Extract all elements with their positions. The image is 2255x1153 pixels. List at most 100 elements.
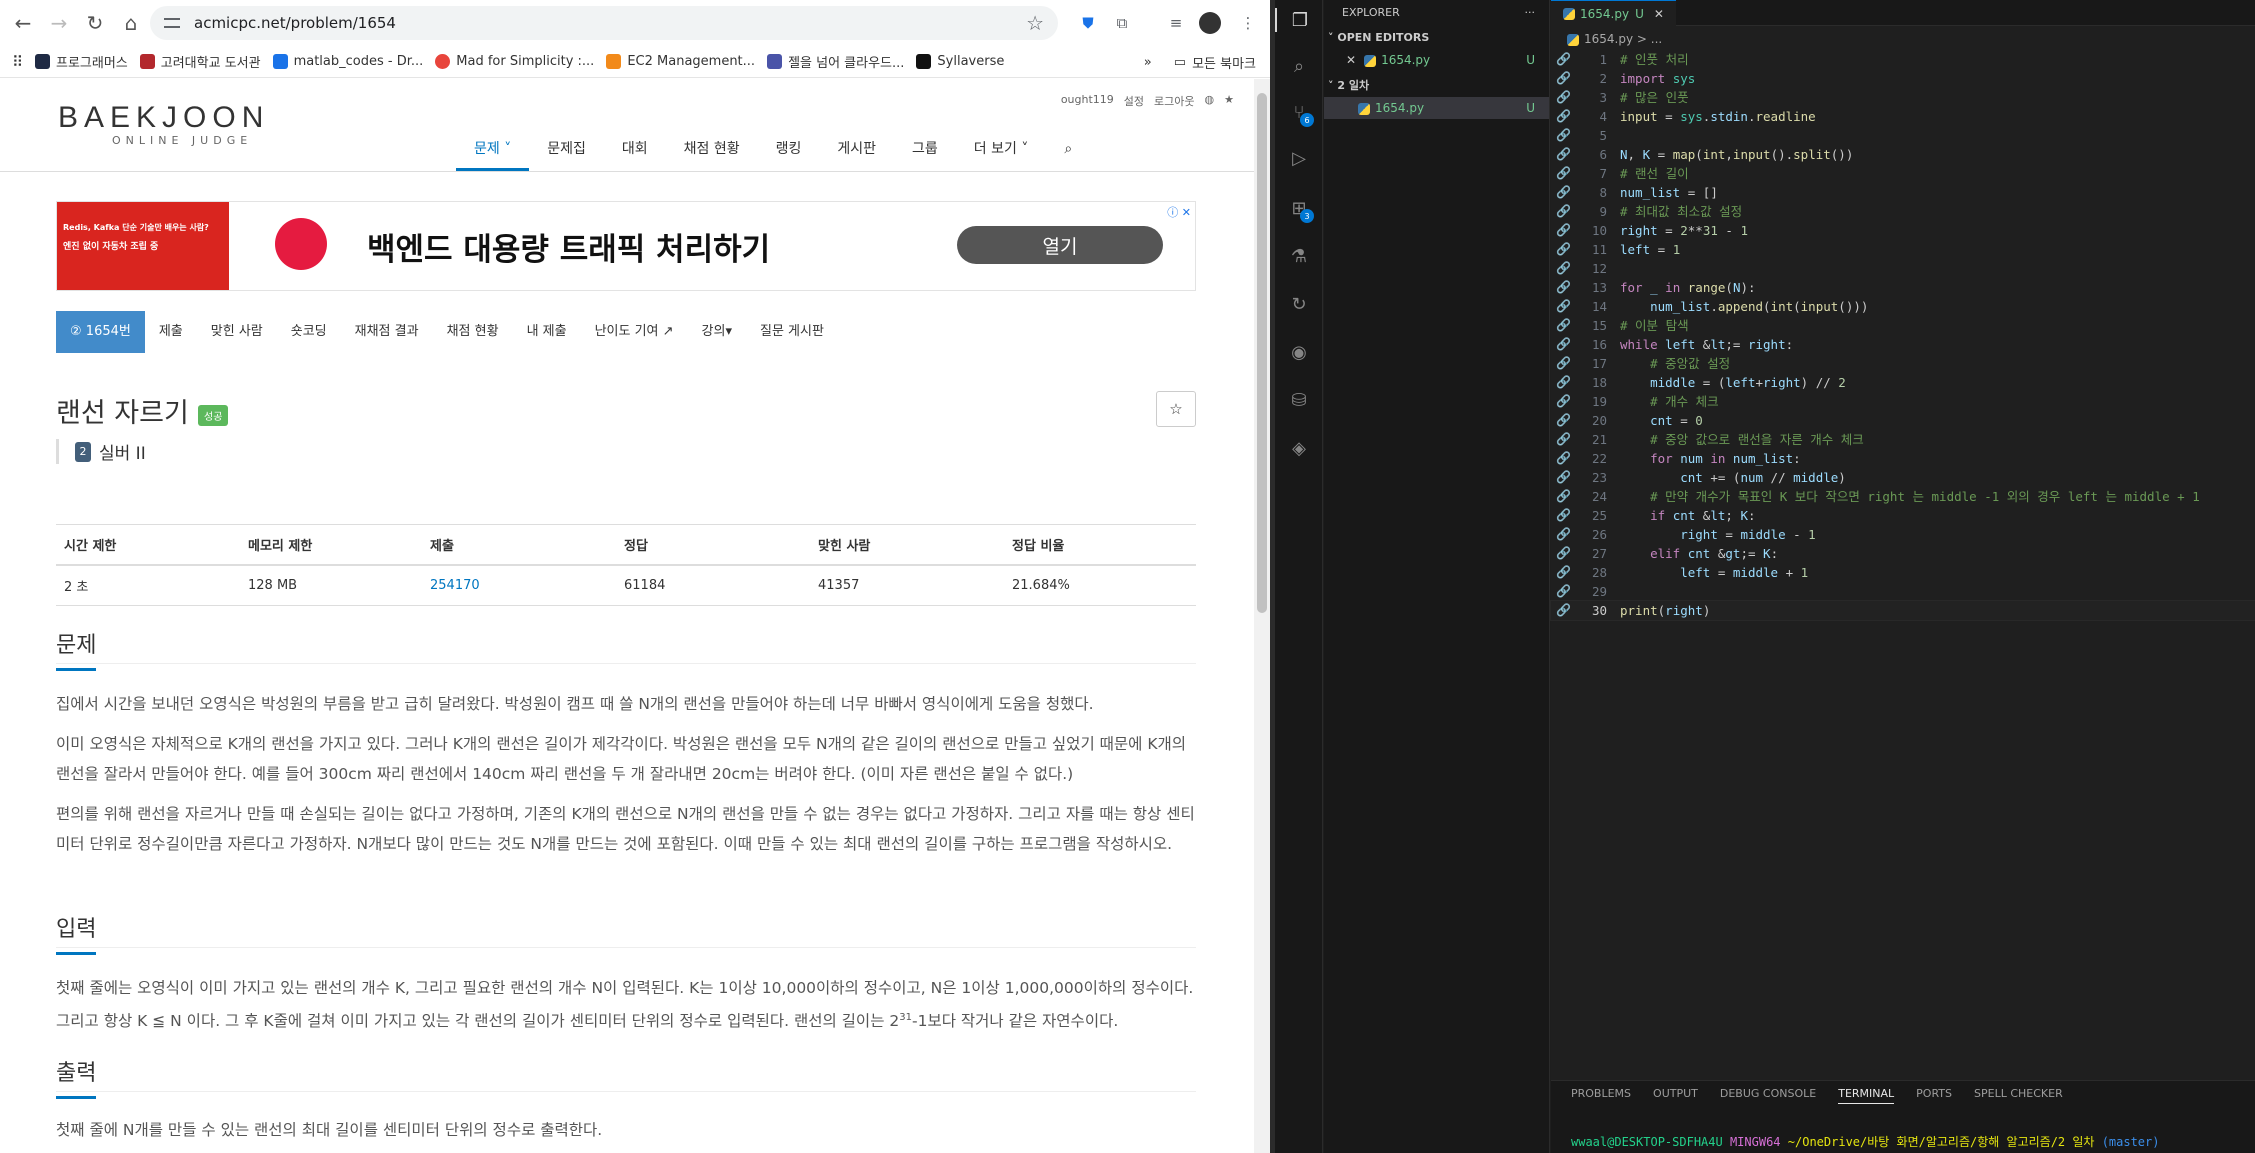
forward-icon[interactable]: → <box>46 10 72 36</box>
code-line[interactable]: 🔗 19 # 개수 체크 <box>1551 392 2255 411</box>
code-line[interactable]: 🔗 24 # 만약 개수가 목표인 K 보다 작으면 right 는 middle… <box>1551 487 2255 506</box>
page-scrollbar[interactable] <box>1254 79 1270 1153</box>
extensions-icon[interactable]: ⊞ 3 <box>1287 196 1314 223</box>
code-line[interactable]: 🔗 16 while left &lt;= right: <box>1551 335 2255 354</box>
code-line[interactable]: 🔗 18 middle = (left+right) // 2 <box>1551 373 2255 392</box>
code-line[interactable]: 🔗 14 num_list.append(int(input())) <box>1551 297 2255 316</box>
tab-short-coding[interactable]: 숏코딩 <box>277 311 341 353</box>
favorite-star-icon[interactable]: ★ <box>1224 93 1234 109</box>
code-line[interactable]: 🔗 9 # 최대값 최소값 설정 <box>1551 202 2255 221</box>
nav-problems[interactable]: 문제 ˅ <box>456 127 530 171</box>
link-icon[interactable]: 🔗 <box>1556 259 1571 278</box>
code-lines[interactable]: 🔗 1 # 인풋 처리 🔗 2 import sys 🔗 3 # 많은 인풋 🔗 4 input = … <box>1550 50 2255 621</box>
nav-more[interactable]: 더 보기 ˅ <box>956 127 1047 171</box>
explorer-icon[interactable]: ❐ <box>1275 8 1323 32</box>
code-line[interactable]: 🔗 17 # 중앙값 설정 <box>1551 354 2255 373</box>
testing-icon[interactable]: ⚗ <box>1287 244 1311 268</box>
source-control-icon[interactable]: ⑂ 6 <box>1287 100 1314 127</box>
site-info-icon[interactable] <box>164 18 180 28</box>
terminal-prompt[interactable]: wwaal@DESKTOP-SDFHA4U MINGW64 ~/OneDrive… <box>1571 1133 2159 1150</box>
advertisement-banner[interactable]: Redis, Kafka 단순 기술만 배우는 사람? 엔진 없이 자동차 조립… <box>56 201 1196 291</box>
bookmark-item[interactable]: Syllaverse <box>916 54 1004 69</box>
extensions-icon[interactable]: ⧉ <box>1110 11 1134 35</box>
tab-terminal[interactable]: TERMINAL <box>1838 1087 1895 1104</box>
link-icon[interactable]: 🔗 <box>1556 126 1571 145</box>
nav-contest[interactable]: 대회 <box>604 127 666 171</box>
link-icon[interactable]: 🔗 <box>1556 430 1571 449</box>
code-line[interactable]: 🔗 5 <box>1551 126 2255 145</box>
line-text[interactable]: # 많은 인풋 <box>1620 88 1689 107</box>
all-bookmarks[interactable]: 모든 북마크 <box>1192 53 1256 72</box>
line-text[interactable]: for _ in range(N): <box>1620 278 1756 297</box>
nav-workbook[interactable]: 문제집 <box>529 127 604 171</box>
line-text[interactable]: for num in num_list: <box>1620 449 1801 468</box>
line-text[interactable]: import sys <box>1620 69 1695 88</box>
tab-1654-py[interactable]: 1654.py U ✕ <box>1551 0 1676 26</box>
link-icon[interactable]: 🔗 <box>1556 88 1571 107</box>
line-text[interactable]: cnt = 0 <box>1620 411 1703 430</box>
line-text[interactable]: # 인풋 처리 <box>1620 50 1689 69</box>
code-line[interactable]: 🔗 15 # 이분 탐색 <box>1551 316 2255 335</box>
code-line[interactable]: 🔗 21 # 중앙 값으로 랜선을 자른 개수 체크 <box>1551 430 2255 449</box>
nav-status[interactable]: 채점 현황 <box>666 127 758 171</box>
link-icon[interactable]: 🔗 <box>1556 601 1571 620</box>
line-text[interactable]: input = sys.stdin.readline <box>1620 107 1816 126</box>
more-actions-icon[interactable]: ··· <box>1525 0 1536 26</box>
tab-lecture[interactable]: 강의▾ <box>688 311 746 353</box>
tab-rejudge[interactable]: 재채점 결과 <box>341 311 433 353</box>
tab-problems[interactable]: PROBLEMS <box>1571 1087 1631 1104</box>
line-text[interactable]: left = 1 <box>1620 240 1680 259</box>
code-line[interactable]: 🔗 3 # 많은 인풋 <box>1551 88 2255 107</box>
line-text[interactable]: middle = (left+right) // 2 <box>1620 373 1846 392</box>
tab-qna[interactable]: 질문 게시판 <box>746 311 838 353</box>
link-icon[interactable]: 🔗 <box>1556 107 1571 126</box>
link-icon[interactable]: 🔗 <box>1556 69 1571 88</box>
code-line[interactable]: 🔗 12 <box>1551 259 2255 278</box>
search-icon[interactable]: ⌕ <box>1046 127 1090 171</box>
nav-ranking[interactable]: 랭킹 <box>758 127 820 171</box>
github-icon[interactable]: ◉ <box>1287 340 1311 364</box>
tab-difficulty[interactable]: 난이도 기여 ↗ <box>581 311 688 353</box>
open-editors-section[interactable]: ˅ OPEN EDITORS <box>1324 27 1549 49</box>
code-line[interactable]: 🔗 26 right = middle - 1 <box>1551 525 2255 544</box>
scrollbar-thumb[interactable] <box>1257 93 1267 613</box>
line-text[interactable]: right = 2**31 - 1 <box>1620 221 1748 240</box>
breadcrumb[interactable]: 1654.py > ... <box>1567 32 1662 46</box>
tab-output[interactable]: OUTPUT <box>1653 1087 1698 1104</box>
link-icon[interactable]: 🔗 <box>1556 183 1571 202</box>
line-text[interactable]: elif cnt &gt;= K: <box>1620 544 1778 563</box>
code-line[interactable]: 🔗 29 <box>1551 582 2255 601</box>
layers-icon[interactable]: ◈ <box>1287 436 1311 460</box>
site-logo[interactable]: BAEKJOON <box>58 101 269 135</box>
logout-link[interactable]: 로그아웃 <box>1154 93 1194 109</box>
link-icon[interactable]: 🔗 <box>1556 335 1571 354</box>
code-line[interactable]: 🔗 22 for num in num_list: <box>1551 449 2255 468</box>
link-icon[interactable]: 🔗 <box>1556 449 1571 468</box>
link-icon[interactable]: 🔗 <box>1556 221 1571 240</box>
code-line[interactable]: 🔗 11 left = 1 <box>1551 240 2255 259</box>
link-icon[interactable]: 🔗 <box>1556 240 1571 259</box>
link-icon[interactable]: 🔗 <box>1556 582 1571 601</box>
ad-close-icon[interactable]: ⓘ ✕ <box>1167 204 1191 220</box>
tab-solved-users[interactable]: 맞힌 사람 <box>197 311 277 353</box>
favorite-button[interactable]: ☆ <box>1156 391 1196 427</box>
bookmark-item[interactable]: EC2 Management... <box>606 54 755 69</box>
reload-icon[interactable]: ↻ <box>82 10 108 36</box>
tab-spell-checker[interactable]: SPELL CHECKER <box>1974 1087 2063 1104</box>
open-editor-item[interactable]: ✕ 1654.py U <box>1324 49 1549 71</box>
back-icon[interactable]: ← <box>10 10 36 36</box>
tab-status[interactable]: 채점 현황 <box>433 311 513 353</box>
line-text[interactable]: cnt += (num // middle) <box>1620 468 1846 487</box>
link-icon[interactable]: 🔗 <box>1556 411 1571 430</box>
tab-debug-console[interactable]: DEBUG CONSOLE <box>1720 1087 1816 1104</box>
link-icon[interactable]: 🔗 <box>1556 487 1571 506</box>
code-line[interactable]: 🔗 30 print(right) <box>1550 600 2255 621</box>
line-text[interactable]: # 중앙값 설정 <box>1620 354 1730 373</box>
close-tab-icon[interactable]: ✕ <box>1654 7 1664 21</box>
bookmark-item[interactable]: 젤을 넘어 클라우드... <box>767 52 904 71</box>
tab-ports[interactable]: PORTS <box>1916 1087 1952 1104</box>
line-text[interactable]: # 중앙 값으로 랜선을 자른 개수 체크 <box>1620 430 1864 449</box>
search-icon[interactable]: ⌕ <box>1287 54 1311 78</box>
tab-submit[interactable]: 제출 <box>145 311 197 353</box>
apps-icon[interactable]: ⠿ <box>12 53 23 71</box>
